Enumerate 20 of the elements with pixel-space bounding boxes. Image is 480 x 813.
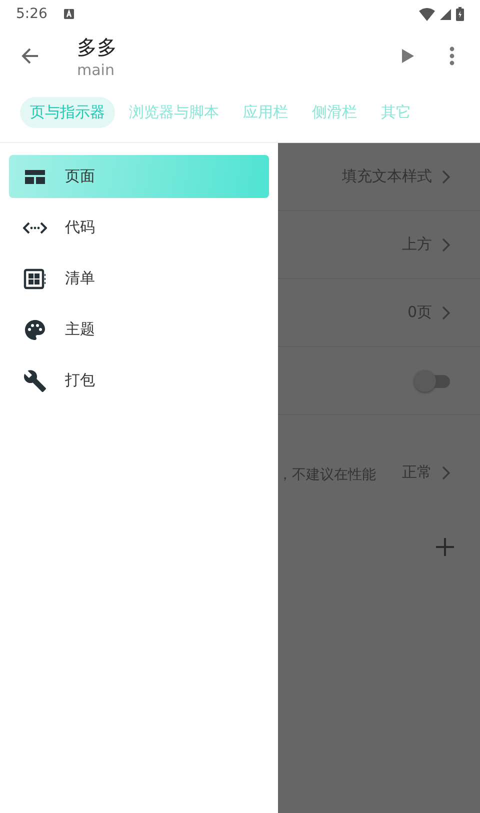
chevron-icon	[442, 238, 450, 252]
drawer-item[interactable]: 页面	[9, 155, 269, 198]
toggle-switch[interactable]	[414, 370, 450, 392]
back-arrow-icon	[20, 46, 40, 66]
wrench-icon	[23, 368, 47, 392]
chevron-icon	[442, 170, 450, 184]
notification-icon	[64, 9, 74, 19]
app-title: 多多	[77, 34, 118, 60]
app-subtitle: main	[77, 60, 116, 78]
chevron-icon	[442, 466, 450, 480]
list-icon	[23, 266, 47, 290]
add-icon[interactable]	[436, 538, 454, 556]
status-time: 5:26	[16, 6, 48, 22]
palette-icon	[23, 318, 47, 342]
battery-icon	[456, 7, 464, 21]
play-icon	[401, 48, 415, 64]
wifi-icon	[419, 8, 435, 20]
more-vertical-icon	[449, 46, 455, 66]
chevron-icon	[442, 306, 450, 320]
signal-icon	[440, 8, 451, 20]
